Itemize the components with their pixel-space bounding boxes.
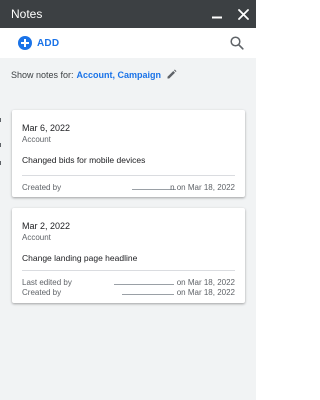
card-divider [22,270,235,271]
created-by-label: Created by [22,183,62,192]
edge-marker [0,143,1,147]
note-date: Mar 6, 2022 [22,123,71,133]
note-level: Account [22,135,51,144]
minimize-icon [212,16,222,19]
note-card[interactable]: Mar 2, 2022 Account Change landing page … [12,208,245,303]
created-by-line: Created by n on Mar 18, 2022 [22,183,235,193]
filter-value-link[interactable]: Account, Campaign [77,70,162,80]
notes-panel: Notes ADD Show notes for: Account, Campa… [0,0,256,400]
pencil-icon[interactable] [166,69,177,80]
note-card[interactable]: Mar 6, 2022 Account Changed bids for mob… [12,110,245,197]
note-date: Mar 2, 2022 [22,221,71,231]
search-icon [230,36,244,50]
notes-toolbar: ADD [0,28,256,58]
created-by-line: Created by on Mar 18, 2022 [22,288,235,298]
note-text: Change landing page headline [22,253,138,263]
redacted-author [122,294,174,295]
add-label: ADD [37,37,60,49]
last-edited-line: Last edited by on Mar 18, 2022 [22,278,235,288]
close-button[interactable] [230,0,256,28]
add-note-button[interactable]: ADD [18,36,59,50]
minimize-button[interactable] [204,0,230,28]
edge-marker [0,161,1,165]
window-title: Notes [11,7,43,21]
created-date: n on Mar 18, 2022 [170,183,235,192]
note-text: Changed bids for mobile devices [22,155,146,165]
plus-circle-icon [18,36,32,50]
filter-label: Show notes for: [11,69,74,80]
redacted-author [114,284,174,285]
last-edited-label: Last edited by [22,278,72,287]
last-edited-date: on Mar 18, 2022 [176,278,235,287]
note-level: Account [22,233,51,242]
edge-marker [0,118,1,122]
created-by-label: Created by [22,288,62,297]
search-button[interactable] [229,35,245,51]
created-date: on Mar 18, 2022 [176,288,235,297]
title-bar: Notes [0,0,256,28]
card-divider [22,175,235,176]
notes-filter: Show notes for: Account, Campaign [11,69,177,80]
close-icon [237,8,249,20]
